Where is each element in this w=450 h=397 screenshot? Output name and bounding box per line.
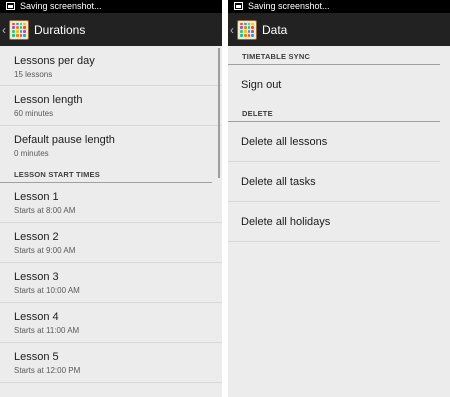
delete-all-holidays-item[interactable]: Delete all holidays	[228, 202, 440, 242]
pref-summary: 60 minutes	[14, 109, 54, 118]
durations-screen: Saving screenshot... ‹ Durations Lessons…	[0, 0, 222, 397]
pref-title: Sign out	[241, 79, 282, 91]
status-text: Saving screenshot...	[20, 1, 102, 11]
pref-summary: Starts at 9:00 AM	[14, 246, 76, 255]
lesson-item[interactable]: Lesson 5 Starts at 12:00 PM	[0, 343, 222, 383]
action-bar[interactable]: ‹ Data	[228, 13, 450, 46]
pref-title: Lesson 1	[14, 191, 59, 203]
pref-title: Default pause length	[14, 134, 115, 146]
page-title: Data	[262, 22, 288, 37]
status-bar: Saving screenshot...	[0, 0, 222, 13]
pref-title: Lessons per day	[14, 55, 95, 67]
lesson-item[interactable]: Lesson 3 Starts at 10:00 AM	[0, 263, 222, 303]
pref-title: Lesson 3	[14, 271, 59, 283]
pref-default-pause-length[interactable]: Default pause length 0 minutes	[0, 126, 222, 166]
delete-all-tasks-item[interactable]: Delete all tasks	[228, 162, 440, 202]
pref-summary: 0 minutes	[14, 149, 49, 158]
action-bar[interactable]: ‹ Durations	[0, 13, 222, 46]
lesson-item[interactable]: Lesson 4 Starts at 11:00 AM	[0, 303, 222, 343]
pref-summary: Starts at 12:00 PM	[14, 366, 81, 375]
timetable-app-icon[interactable]	[9, 19, 29, 40]
image-icon	[6, 2, 15, 10]
pref-title: Delete all tasks	[241, 175, 316, 188]
image-icon	[234, 2, 243, 10]
pref-title: Delete all holidays	[241, 215, 331, 228]
pref-title: Lesson 4	[14, 311, 59, 323]
pref-title: Lesson length	[14, 94, 83, 106]
scrollbar[interactable]	[218, 48, 220, 178]
data-list: TIMETABLE SYNC Sign out DELETE Delete al…	[228, 46, 450, 242]
category-lesson-start-times: LESSON START TIMES	[0, 166, 212, 183]
pref-title: Lesson 2	[14, 231, 59, 243]
category-delete: DELETE	[228, 105, 440, 122]
pref-lesson-length[interactable]: Lesson length 60 minutes	[0, 86, 222, 126]
timetable-app-icon[interactable]	[237, 19, 257, 40]
durations-list: Lessons per day 15 lessons Lesson length…	[0, 46, 222, 383]
lesson-item[interactable]: Lesson 2 Starts at 9:00 AM	[0, 223, 222, 263]
chevron-left-icon[interactable]: ‹	[2, 23, 8, 37]
pref-summary: 15 lessons	[14, 70, 53, 79]
pref-summary: Starts at 8:00 AM	[14, 206, 76, 215]
page-title: Durations	[34, 22, 86, 37]
data-screen: Saving screenshot... ‹ Data TIMETABLE SY…	[228, 0, 450, 397]
sign-out-item[interactable]: Sign out	[228, 65, 440, 105]
pref-lessons-per-day[interactable]: Lessons per day 15 lessons	[0, 46, 222, 86]
pref-title: Delete all lessons	[241, 135, 328, 148]
status-text: Saving screenshot...	[248, 1, 330, 11]
lesson-item[interactable]: Lesson 1 Starts at 8:00 AM	[0, 183, 222, 223]
pref-summary: Starts at 11:00 AM	[14, 326, 80, 335]
category-timetable-sync: TIMETABLE SYNC	[228, 46, 440, 65]
delete-all-lessons-item[interactable]: Delete all lessons	[228, 122, 440, 162]
pref-title: Lesson 5	[14, 351, 59, 363]
status-bar: Saving screenshot...	[228, 0, 450, 13]
pref-summary: Starts at 10:00 AM	[14, 286, 80, 295]
chevron-left-icon[interactable]: ‹	[230, 23, 236, 37]
